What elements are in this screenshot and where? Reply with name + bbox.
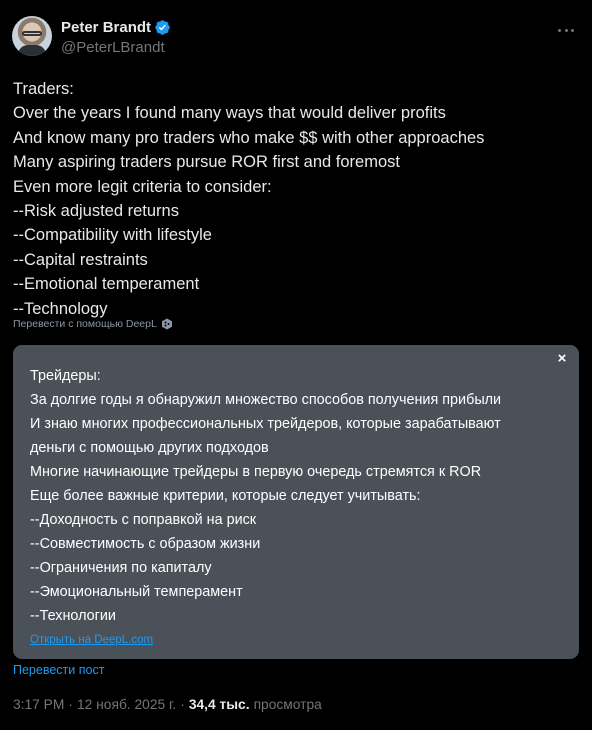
translate-post-link[interactable]: Перевести пост bbox=[13, 663, 104, 677]
translation-line: --Совместимость с образом жизни bbox=[30, 536, 261, 552]
meta-separator: · bbox=[68, 697, 73, 712]
more-dot bbox=[564, 28, 568, 32]
translate-with-deepl-label: Перевести с помощью DeepL bbox=[13, 318, 157, 330]
tweet-line: Even more legit criteria to consider: bbox=[13, 177, 272, 196]
translation-line: Еще более важные критерии, которые следу… bbox=[30, 488, 421, 504]
tweet-page: Peter Brandt @PeterLBrandt Traders: Over… bbox=[0, 0, 592, 730]
translation-line: --Доходность с поправкой на риск bbox=[30, 512, 257, 528]
translation-line: деньги с помощью других подходов bbox=[30, 440, 269, 456]
avatar[interactable] bbox=[12, 16, 52, 56]
tweet-line: --Emotional temperament bbox=[13, 275, 200, 294]
translation-panel: × Трейдеры: За долгие годы я обнаружил м… bbox=[13, 345, 579, 659]
avatar-suit bbox=[18, 45, 46, 56]
translation-line: --Эмоциональный темперамент bbox=[30, 584, 243, 600]
more-dot bbox=[558, 28, 561, 32]
tweet-line: --Compatibility with lifestyle bbox=[13, 226, 212, 245]
tweet-line: --Risk adjusted returns bbox=[13, 202, 179, 221]
tweet-line: --Capital restraints bbox=[13, 250, 148, 269]
tweet-line: Traders: bbox=[13, 80, 74, 98]
tweet-line: Over the years I found many ways that wo… bbox=[13, 104, 446, 123]
name-row: Peter Brandt bbox=[61, 19, 171, 36]
open-on-deepl-link[interactable]: Открыть на DeepL.com bbox=[30, 634, 153, 646]
tweet-text: Traders: Over the years I found many way… bbox=[13, 77, 579, 321]
translation-line: --Технологии bbox=[30, 608, 116, 624]
translate-with-deepl-link[interactable]: Перевести с помощью DeepL bbox=[13, 318, 173, 330]
verified-badge-icon bbox=[155, 20, 170, 35]
tweet-date[interactable]: 12 нояб. 2025 г. bbox=[77, 697, 176, 712]
display-name[interactable]: Peter Brandt bbox=[61, 19, 151, 36]
translation-line: --Ограничения по капиталу bbox=[30, 560, 212, 576]
translation-line: Многие начинающие трейдеры в первую очер… bbox=[30, 464, 482, 480]
views-count[interactable]: 34,4 тыс. bbox=[189, 697, 250, 712]
translation-line: За долгие годы я обнаружил множество спо… bbox=[30, 392, 502, 408]
translation-text: Трейдеры: За долгие годы я обнаружил мно… bbox=[30, 364, 560, 628]
deepl-logo-icon bbox=[161, 318, 172, 330]
handle[interactable]: @PeterLBrandt bbox=[61, 39, 165, 56]
tweet-time[interactable]: 3:17 PM bbox=[13, 697, 64, 712]
translation-line: И знаю многих профессиональных трейдеров… bbox=[30, 416, 501, 432]
more-dot bbox=[571, 28, 574, 32]
translation-line: Трейдеры: bbox=[30, 368, 101, 384]
tweet-line: Many aspiring traders pursue ROR first a… bbox=[13, 153, 400, 172]
tweet-header: Peter Brandt @PeterLBrandt bbox=[12, 16, 580, 60]
meta-separator: · bbox=[180, 697, 185, 712]
tweet-line: And know many pro traders who make $$ wi… bbox=[13, 128, 485, 147]
tweet-meta: 3:17 PM · 12 нояб. 2025 г. · 34,4 тыс. п… bbox=[13, 697, 322, 712]
avatar-glasses bbox=[22, 31, 42, 36]
views-label: просмотра bbox=[253, 697, 322, 712]
more-options-icon[interactable] bbox=[556, 20, 576, 40]
